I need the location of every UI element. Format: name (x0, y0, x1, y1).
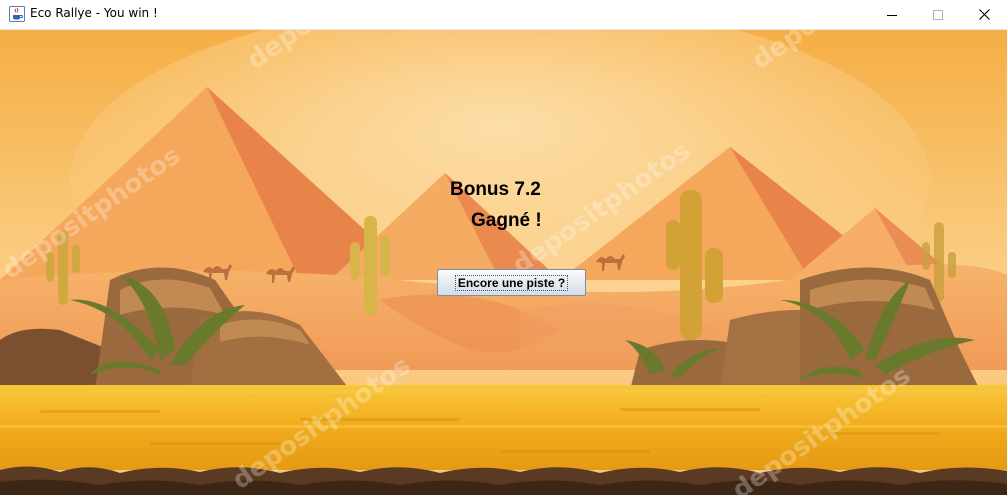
retry-track-button[interactable]: Encore une piste ? (437, 269, 586, 296)
retry-track-button-label: Encore une piste ? (454, 274, 569, 291)
java-cup-icon[interactable] (9, 6, 25, 22)
minimize-icon (887, 10, 897, 20)
window-title: Eco Rallye - You win ! (30, 6, 158, 20)
close-button[interactable] (961, 0, 1007, 29)
app-window: Eco Rallye - You win ! depositphotos dep… (0, 0, 1007, 495)
minimize-button[interactable] (869, 0, 915, 29)
desert-scene: depositphotos depositphotos depositphoto… (0, 30, 1007, 495)
title-bar[interactable]: Eco Rallye - You win ! (0, 0, 1007, 30)
maximize-button[interactable] (915, 0, 961, 29)
maximize-icon (933, 9, 943, 20)
result-label: Gagné ! (471, 210, 542, 231)
bonus-label: Bonus 7.2 (450, 179, 541, 200)
close-icon (978, 9, 990, 20)
game-canvas[interactable]: depositphotos depositphotos depositphoto… (0, 30, 1007, 495)
